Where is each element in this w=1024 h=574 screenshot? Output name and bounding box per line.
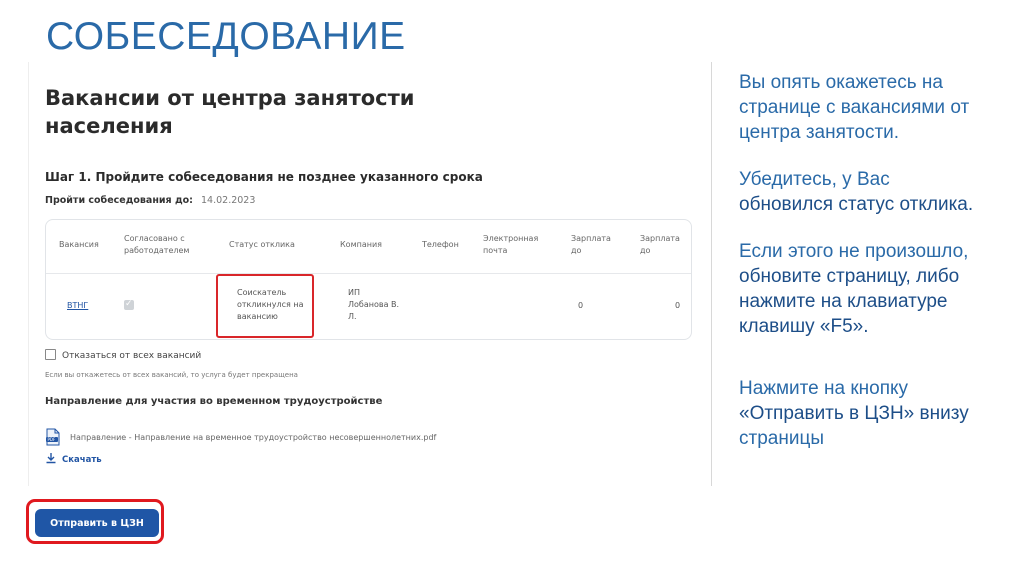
instruction-p2: Убедитесь, у Вас обновился статус отклик… (739, 167, 1009, 217)
col-vacancy: Вакансия (59, 240, 99, 249)
table-header: Вакансия Согласовано с работодателем Ста… (46, 220, 691, 274)
instruction-p3-line2: обновите страницу, либо нажмите на клави… (739, 266, 960, 337)
instruction-p2-line1: Убедитесь, у Вас (739, 169, 890, 190)
col-agreed: Согласовано с работодателем (124, 234, 190, 255)
table-row: ВТНГ (67, 300, 88, 312)
status-highlight-frame (216, 274, 314, 338)
col-salary-1: Зарплата до (571, 234, 611, 255)
file-name[interactable]: Направление - Направление на временное т… (70, 433, 436, 442)
instruction-p4-line1: Нажмите на кнопку (739, 378, 909, 399)
col-status: Статус отклика (229, 240, 295, 249)
slide-title: СОБЕСЕДОВАНИЕ (46, 15, 406, 58)
refuse-checkbox[interactable] (45, 349, 56, 360)
instruction-p3: Если этого не произошло, обновите страни… (739, 239, 1009, 339)
col-phone: Телефон (422, 240, 459, 249)
instruction-p4: Нажмите на кнопку «Отправить в ЦЗН» вниз… (739, 376, 1009, 451)
download-label: Скачать (62, 455, 102, 465)
instruction-p2-line2: обновился статус отклика. (739, 194, 974, 215)
vacancy-link[interactable]: ВТНГ (67, 301, 88, 310)
page-heading: Вакансии от центра занятости населения (45, 86, 415, 138)
salary-2-value: 0 (675, 301, 681, 310)
agreed-checkbox-icon (124, 298, 134, 310)
company-text: ИП Лобанова В. Л. (348, 288, 400, 321)
refuse-checkbox-row[interactable]: Отказаться от всех вакансий (45, 349, 201, 361)
instruction-p4-line3: страницы (739, 428, 824, 449)
col-salary-2: Зарплата до (640, 234, 680, 255)
col-company: Компания (340, 240, 382, 249)
download-icon (45, 452, 57, 464)
salary-1-value: 0 (578, 301, 584, 310)
instruction-p3-line1: Если этого не произошло, (739, 241, 969, 262)
instruction-p4-line2: «Отправить в ЦЗН» внизу (739, 403, 969, 424)
deadline-label: Пройти собеседования до: (45, 195, 193, 206)
refuse-note: Если вы откажетесь от всех вакансий, то … (45, 371, 298, 379)
direction-title: Направление для участия во временном тру… (45, 396, 383, 407)
pdf-file-icon: PDF (45, 428, 61, 446)
instruction-p1: Вы опять окажетесь на странице с ваканси… (739, 72, 970, 143)
submit-button[interactable]: Отправить в ЦЗН (35, 509, 159, 537)
deadline-row: Пройти собеседования до: 14.02.2023 (45, 195, 255, 206)
col-email: Электронная почта (483, 234, 539, 255)
screenshot-panel: Вакансии от центра занятости населения Ш… (28, 62, 712, 486)
deadline-value: 14.02.2023 (201, 195, 256, 206)
download-link[interactable]: Скачать (45, 452, 102, 465)
file-row: PDF Направление - Направление на временн… (45, 428, 436, 446)
refuse-label: Отказаться от всех вакансий (62, 351, 202, 361)
vacancies-table: Вакансия Согласовано с работодателем Ста… (45, 219, 692, 340)
svg-text:PDF: PDF (48, 437, 56, 442)
step-title: Шаг 1. Пройдите собеседования не позднее… (45, 170, 483, 184)
